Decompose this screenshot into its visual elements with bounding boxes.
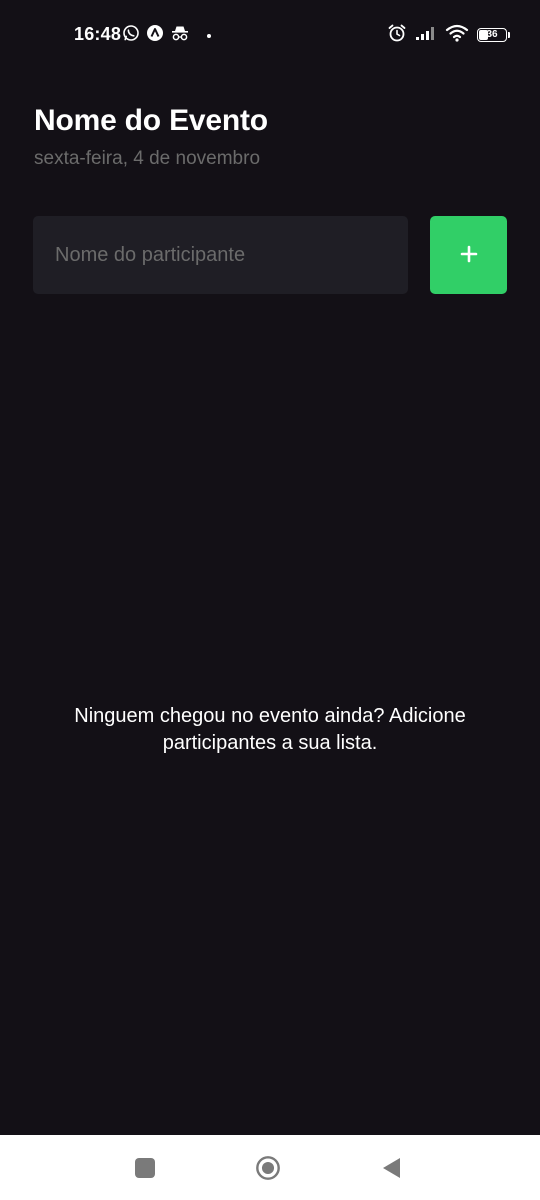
alarm-icon <box>387 23 407 48</box>
home-icon[interactable] <box>255 1155 281 1181</box>
wifi-icon <box>445 24 469 47</box>
back-icon[interactable] <box>378 1155 404 1181</box>
app-a-icon <box>146 24 164 47</box>
add-participant-button[interactable] <box>430 216 507 294</box>
dot-icon <box>206 26 212 44</box>
status-system-icons: 36 <box>387 24 510 46</box>
battery-icon: 36 <box>477 28 510 42</box>
whatsapp-icon <box>122 24 140 47</box>
event-date: sexta-feira, 4 de novembro <box>34 148 261 169</box>
incognito-icon <box>170 24 190 47</box>
empty-list-message: Ninguem chegou no evento ainda? Adicione… <box>74 705 466 754</box>
plus-icon <box>459 244 479 267</box>
battery-level: 36 <box>486 29 498 40</box>
participant-name-input[interactable] <box>33 216 408 294</box>
signal-icon <box>415 25 437 46</box>
recent-apps-icon[interactable] <box>132 1155 158 1181</box>
status-notification-icons <box>122 24 212 47</box>
navigation-bar <box>0 1135 540 1200</box>
event-title: Nome do Evento <box>34 104 268 137</box>
status-time: 16:48 <box>74 24 122 44</box>
status-bar: 16:48 36 <box>0 0 540 70</box>
